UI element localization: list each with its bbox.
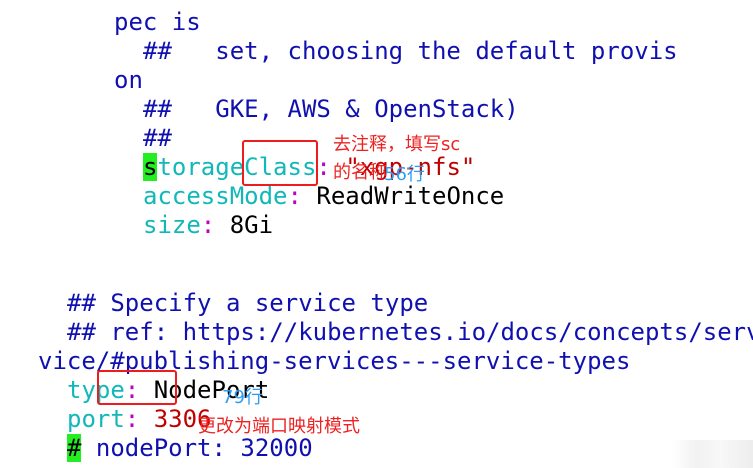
highlight-box bbox=[97, 370, 177, 405]
code-line-comment: ## GKE, AWS & OpenStack) bbox=[143, 95, 519, 123]
text-cursor: s bbox=[143, 153, 158, 181]
highlight-box bbox=[242, 140, 318, 186]
yaml-key: accessMode bbox=[143, 182, 288, 210]
yaml-colon: : bbox=[124, 405, 140, 433]
yaml-value: ReadWriteOnce bbox=[316, 182, 505, 210]
code-line-comment: ## ref: https://kubernetes.io/docs/conce… bbox=[67, 318, 753, 346]
annotation-note: 去注释，填写sc bbox=[333, 134, 461, 155]
yaml-colon: : bbox=[200, 211, 216, 239]
commented-code: nodePort: 32000 bbox=[81, 434, 313, 462]
annotation-line-number: 56行 bbox=[384, 164, 425, 185]
code-line-nodeport: # nodePort: 32000 bbox=[67, 434, 313, 463]
text-cursor: # bbox=[67, 434, 82, 462]
yaml-colon: : bbox=[287, 182, 302, 210]
annotation-line-number: 79行 bbox=[222, 387, 263, 408]
code-line-comment: ## bbox=[143, 124, 172, 152]
code-line-port: port: 3306 bbox=[67, 405, 212, 434]
yaml-colon: : bbox=[316, 153, 331, 181]
code-line-accessmode: accessMode: ReadWriteOnce bbox=[143, 182, 504, 211]
code-line-comment: ## Specify a service type bbox=[67, 289, 429, 317]
code-line-comment: on bbox=[114, 66, 143, 94]
code-line-size: size: 8Gi bbox=[143, 211, 273, 240]
watermark bbox=[673, 440, 753, 468]
yaml-key: size bbox=[143, 211, 201, 239]
code-line-comment: ## set, choosing the default provis bbox=[143, 37, 678, 65]
yaml-key: port bbox=[67, 405, 125, 433]
annotation-note: 更改为端口映射模式 bbox=[198, 416, 360, 437]
annotation-note: 的名称 bbox=[333, 162, 387, 183]
yaml-value: 8Gi bbox=[229, 211, 274, 239]
code-line-comment: pec is bbox=[114, 8, 201, 36]
